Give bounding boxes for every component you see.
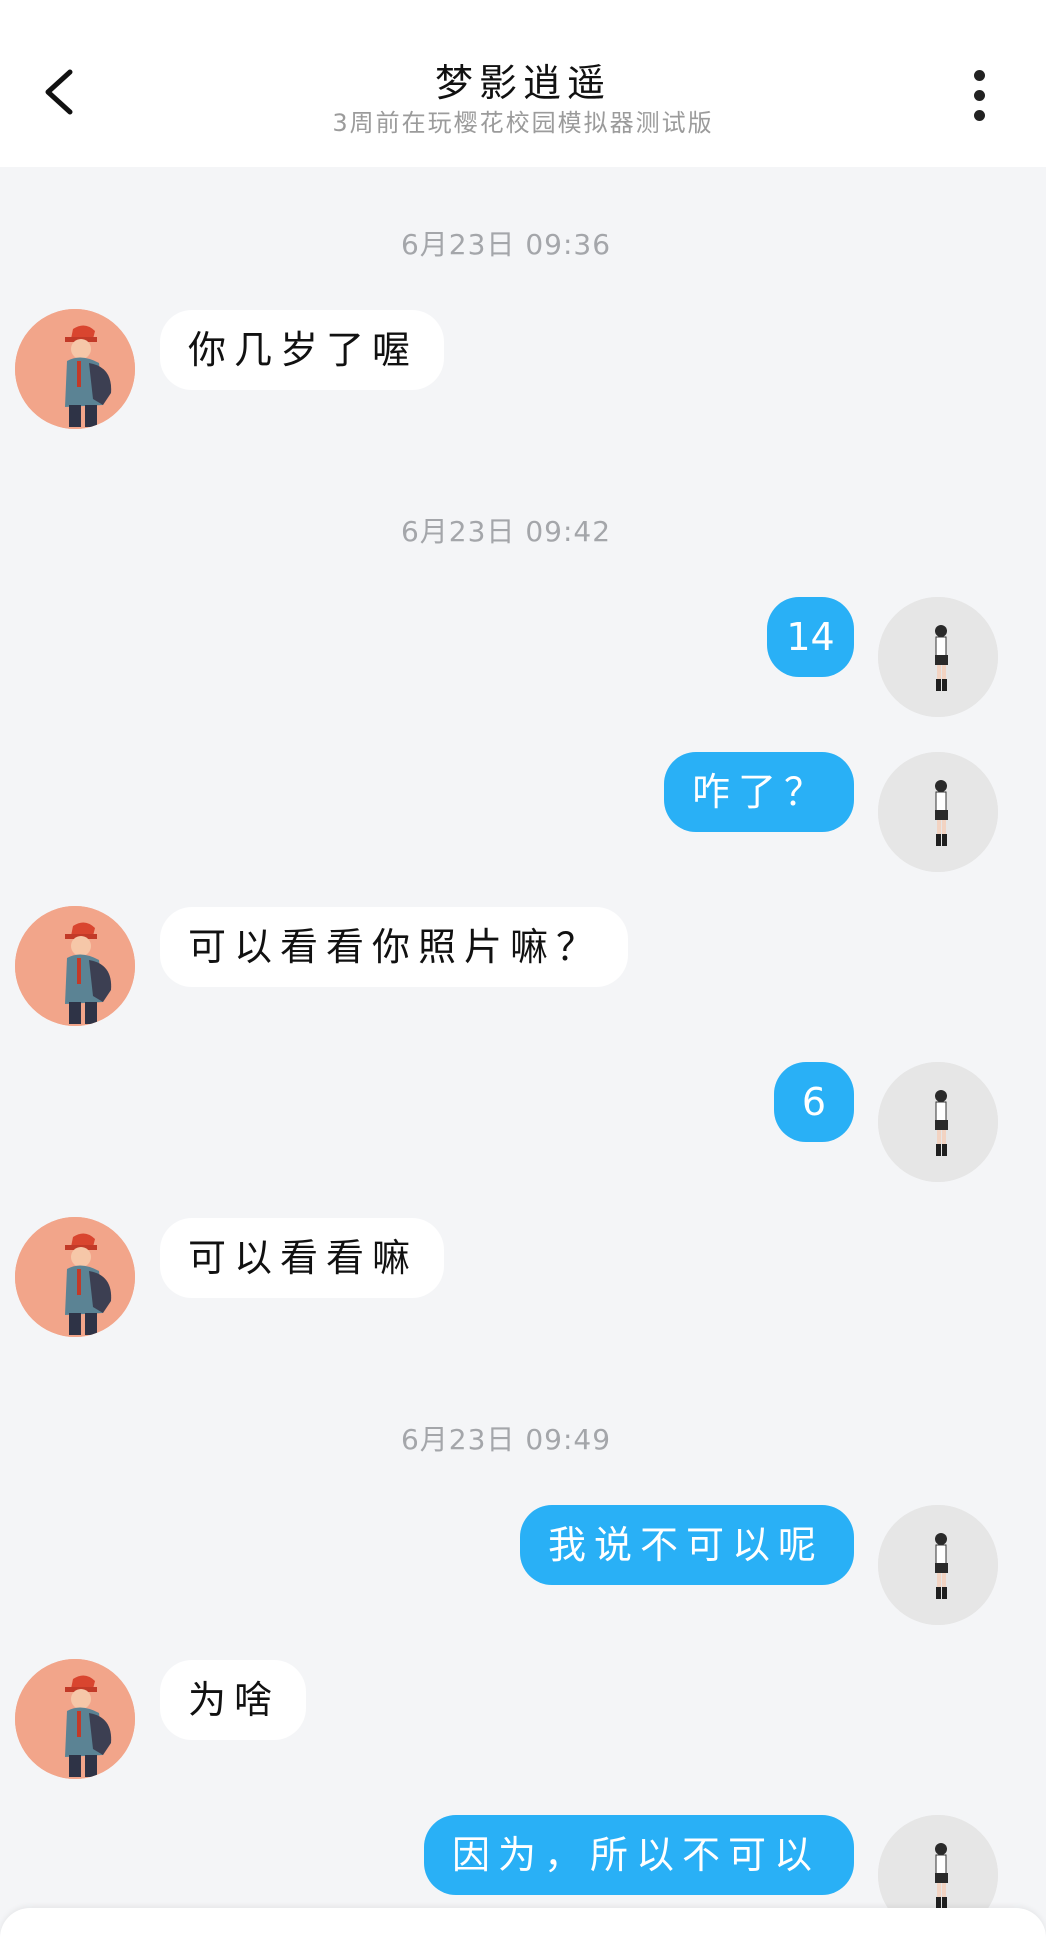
input-bar[interactable] <box>0 1908 1046 1948</box>
received-message-bubble[interactable]: 可以看看你照片嘛？ <box>160 907 629 987</box>
received-message-bubble[interactable]: 你几岁了喔 <box>160 310 445 390</box>
sent-message-bubble[interactable]: 因为，所以不可以 <box>424 1815 854 1895</box>
message-timestamp: 6月23日 09:49 <box>400 1423 612 1456</box>
my-avatar[interactable] <box>878 597 998 717</box>
sent-message-bubble[interactable]: 14 <box>767 597 854 677</box>
received-message-bubble[interactable]: 可以看看嘛 <box>160 1218 445 1298</box>
contact-avatar[interactable] <box>15 1217 135 1337</box>
contact-status: 3周前在玩樱花校园模拟器测试版 <box>332 109 714 137</box>
my-avatar[interactable] <box>878 752 998 872</box>
contact-avatar[interactable] <box>15 1659 135 1779</box>
chat-header: 梦影逍遥 3周前在玩樱花校园模拟器测试版 <box>0 0 1046 167</box>
sent-message-bubble[interactable]: 咋了？ <box>664 752 854 832</box>
message-timestamp: 6月23日 09:42 <box>400 515 612 548</box>
message-timestamp: 6月23日 09:36 <box>400 228 612 261</box>
sent-message-bubble[interactable]: 我说不可以呢 <box>520 1505 854 1585</box>
contact-avatar[interactable] <box>15 906 135 1026</box>
received-message-bubble[interactable]: 为啥 <box>160 1660 307 1740</box>
sent-message-bubble[interactable]: 6 <box>774 1062 854 1142</box>
more-options-button[interactable] <box>960 64 1000 128</box>
my-avatar[interactable] <box>878 1062 998 1182</box>
my-avatar[interactable] <box>878 1505 998 1625</box>
contact-name: 梦影逍遥 <box>434 61 611 105</box>
contact-avatar[interactable] <box>15 309 135 429</box>
